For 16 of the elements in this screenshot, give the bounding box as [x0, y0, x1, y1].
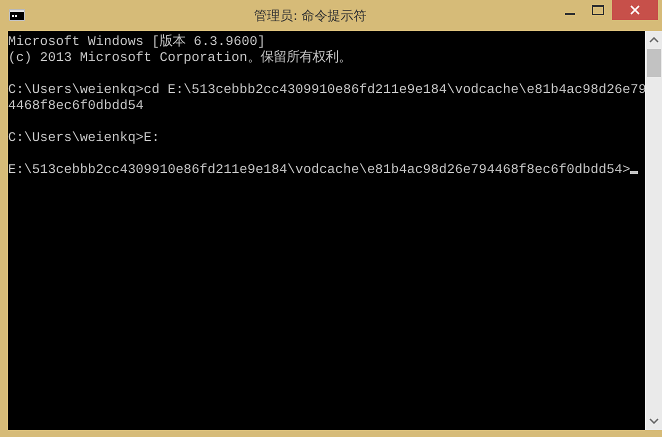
- scroll-up-icon[interactable]: [648, 37, 658, 43]
- minimize-icon: [565, 13, 575, 15]
- close-button[interactable]: [612, 0, 658, 20]
- scrollbar[interactable]: [645, 31, 662, 430]
- console-line: (c) 2013 Microsoft Corporation。保留所有权利。: [8, 50, 352, 65]
- console-icon: [9, 8, 25, 20]
- scroll-down-icon[interactable]: [648, 418, 658, 424]
- close-icon: [630, 5, 640, 15]
- maximize-icon: [592, 5, 604, 15]
- console-line: C:\Users\weienkq>E:: [8, 130, 160, 145]
- scrollbar-thumb[interactable]: [646, 49, 660, 77]
- console-line: E:\513cebbb2cc4309910e86fd211e9e184\vodcache\e81b4ac98d26e794468f8ec6f0dbdd54>: [8, 162, 630, 177]
- text-cursor: [630, 171, 638, 174]
- console-line: Microsoft Windows [版本 6.3.9600]: [8, 34, 266, 49]
- window-title: 管理员: 命令提示符: [253, 8, 368, 24]
- console-line: 4468f8ec6f0dbdd54: [8, 98, 144, 113]
